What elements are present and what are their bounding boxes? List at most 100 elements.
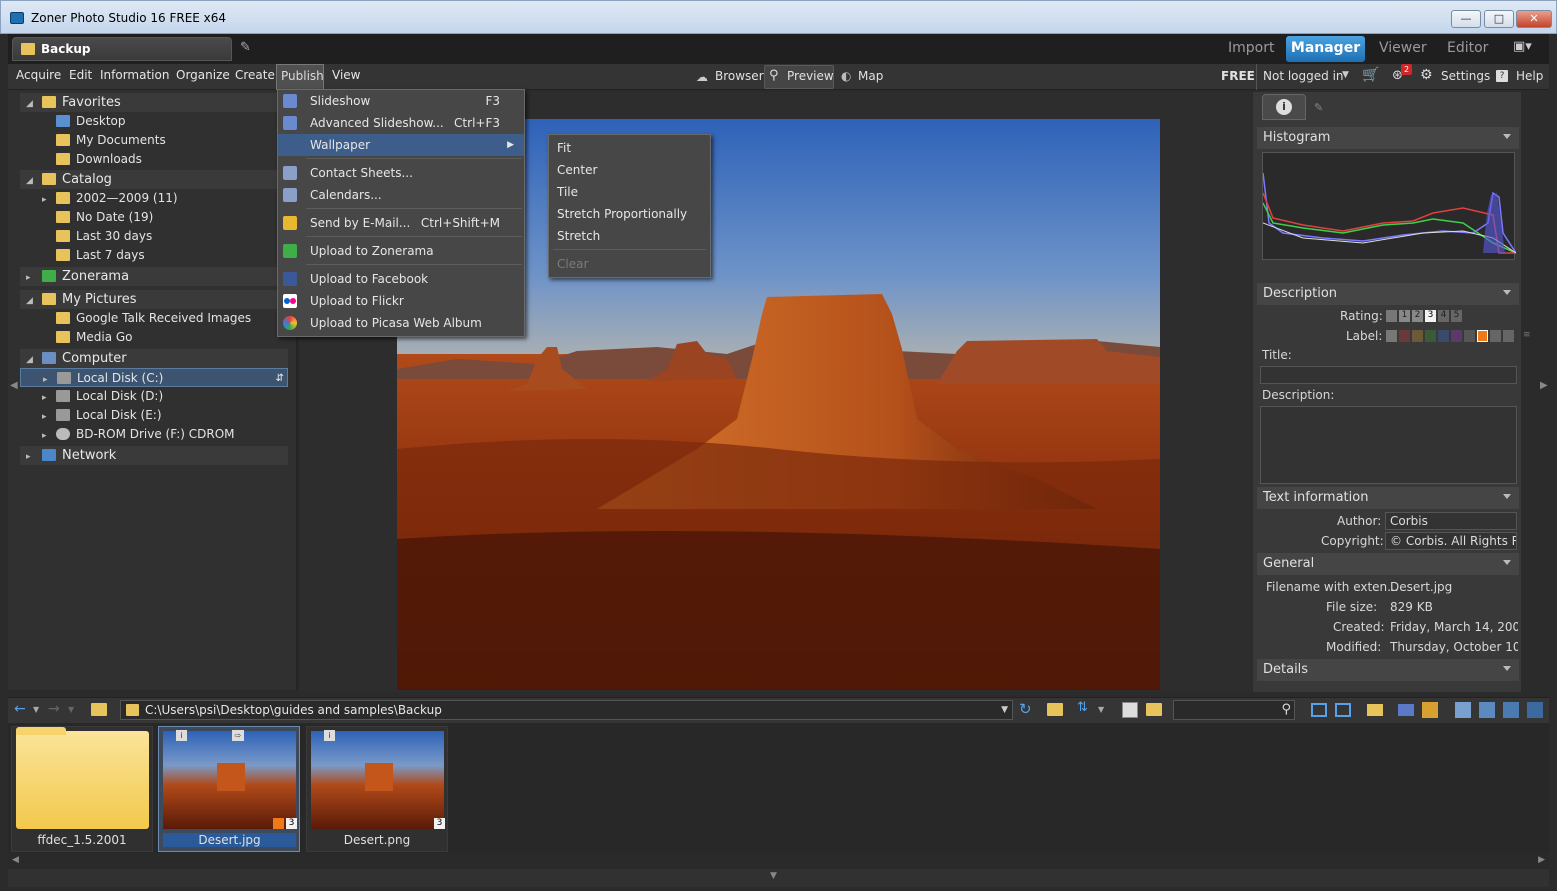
- tree-item-bd-rom[interactable]: ▸ BD-ROM Drive (F:) CDROM: [20, 425, 288, 444]
- thumbnail-desert-png[interactable]: i 3 Desert.png: [306, 726, 448, 852]
- settings-button[interactable]: Settings: [1441, 69, 1490, 83]
- chevron-right-icon[interactable]: ▸: [26, 269, 36, 288]
- rotate-left-icon[interactable]: [1455, 702, 1471, 718]
- menu-item-wallpaper[interactable]: Wallpaper ▶: [278, 134, 524, 156]
- fit-view-icon[interactable]: [1311, 703, 1327, 717]
- tab-exif[interactable]: ✎: [1314, 101, 1323, 114]
- thumbnail-folder[interactable]: ffdec_1.5.2001: [11, 726, 153, 852]
- rating-5[interactable]: 5: [1451, 310, 1462, 322]
- sort-arrows-icon[interactable]: ⇵: [276, 369, 284, 388]
- label-none[interactable]: [1386, 330, 1397, 342]
- label-purple[interactable]: [1451, 330, 1462, 342]
- general-header[interactable]: General: [1257, 553, 1519, 575]
- login-status[interactable]: Not logged in: [1263, 69, 1344, 83]
- new-folder-icon[interactable]: [1047, 703, 1063, 716]
- scroll-right-icon[interactable]: ▶: [1538, 855, 1545, 865]
- menu-item-advanced-slideshow[interactable]: Advanced Slideshow... Ctrl+F3: [278, 112, 524, 134]
- raw-jpg-icon[interactable]: [1122, 702, 1138, 718]
- search-icon[interactable]: ⚲: [1281, 702, 1291, 717]
- folder-up-icon[interactable]: [91, 703, 107, 716]
- rating-1[interactable]: 1: [1399, 310, 1410, 322]
- chevron-down-icon[interactable]: ▼: [33, 705, 39, 714]
- label-blue[interactable]: [1438, 330, 1449, 342]
- tree-item-local-disk-e[interactable]: ▸ Local Disk (E:): [20, 406, 288, 425]
- tree-item-local-disk-d[interactable]: ▸ Local Disk (D:): [20, 387, 288, 406]
- tree-item-desktop[interactable]: Desktop: [20, 112, 288, 131]
- title-input[interactable]: [1260, 366, 1517, 384]
- menu-item-upload-picasa[interactable]: Upload to Picasa Web Album: [278, 312, 524, 334]
- author-field[interactable]: Corbis: [1385, 512, 1517, 530]
- tree-zonerama[interactable]: ▸ Zonerama: [20, 267, 288, 286]
- menu-acquire[interactable]: Acquire: [16, 68, 61, 82]
- menu-item-upload-flickr[interactable]: Upload to Flickr: [278, 290, 524, 312]
- menu-information[interactable]: Information: [100, 68, 169, 82]
- menu-organize[interactable]: Organize: [176, 68, 230, 82]
- forward-icon[interactable]: →: [48, 701, 60, 717]
- details-header[interactable]: Details: [1257, 659, 1519, 681]
- rotate-right-icon[interactable]: [1479, 702, 1495, 718]
- view-preview[interactable]: Preview: [787, 69, 834, 83]
- menu-publish[interactable]: Publish: [276, 64, 324, 90]
- menu-create[interactable]: Create: [235, 68, 275, 82]
- menu-item-send-email[interactable]: Send by E-Mail... Ctrl+Shift+M: [278, 212, 524, 234]
- tree-item-last-7-days[interactable]: Last 7 days: [20, 246, 288, 265]
- rating-4[interactable]: 4: [1438, 310, 1449, 322]
- email-icon[interactable]: [1367, 704, 1383, 716]
- menu-item-calendars[interactable]: Calendars...: [278, 184, 524, 206]
- label-gray[interactable]: [1464, 330, 1475, 342]
- burn-icon[interactable]: [1422, 702, 1438, 718]
- menu-item-stretch-proportionally[interactable]: Stretch Proportionally: [549, 203, 710, 225]
- expand-down-icon[interactable]: ▼: [770, 871, 777, 881]
- tree-item-2002-2009[interactable]: ▸ 2002—2009 (11): [20, 189, 288, 208]
- menu-view[interactable]: View: [332, 68, 360, 82]
- label-red[interactable]: [1399, 330, 1410, 342]
- filter-input[interactable]: ⚲: [1173, 700, 1295, 720]
- rating-clear-icon[interactable]: [1386, 310, 1397, 322]
- tree-network[interactable]: ▸ Network: [20, 446, 288, 465]
- label-extra-2[interactable]: [1503, 330, 1514, 342]
- minimize-button[interactable]: —: [1451, 10, 1481, 28]
- menu-item-contact-sheets[interactable]: Contact Sheets...: [278, 162, 524, 184]
- text-info-header[interactable]: Text information: [1257, 487, 1519, 509]
- menu-item-slideshow[interactable]: Slideshow F3: [278, 90, 524, 112]
- mode-viewer[interactable]: Viewer: [1379, 40, 1427, 56]
- tree-item-media-go[interactable]: Media Go: [20, 328, 288, 347]
- chevron-down-icon[interactable]: ▼: [68, 705, 74, 714]
- sort-icon[interactable]: ⇅: [1077, 700, 1088, 715]
- resize-grip-icon[interactable]: ≡: [1523, 330, 1531, 340]
- left-panel-collapse-icon[interactable]: ◀: [10, 380, 18, 391]
- tree-item-downloads[interactable]: Downloads: [20, 150, 288, 169]
- expand-icon[interactable]: ◢: [26, 351, 36, 370]
- tree-item-last-30-days[interactable]: Last 30 days: [20, 227, 288, 246]
- histogram-header[interactable]: Histogram: [1257, 127, 1519, 149]
- chevron-down-icon[interactable]: ▼: [1342, 70, 1349, 80]
- help-button[interactable]: Help: [1516, 69, 1543, 83]
- label-green[interactable]: [1425, 330, 1436, 342]
- rating-3[interactable]: 3: [1425, 310, 1436, 322]
- chevron-down-icon[interactable]: ▼: [1001, 705, 1008, 715]
- monitor-icon[interactable]: ▣▾: [1513, 39, 1541, 55]
- menu-edit[interactable]: Edit: [69, 68, 92, 82]
- tree-item-google-talk[interactable]: Google Talk Received Images: [20, 309, 288, 328]
- label-extra[interactable]: [1490, 330, 1501, 342]
- edit-tab-icon[interactable]: ✎: [240, 40, 256, 56]
- actual-size-icon[interactable]: [1335, 703, 1351, 717]
- chevron-right-icon[interactable]: ▸: [42, 191, 52, 210]
- chevron-right-icon[interactable]: ▸: [26, 448, 36, 467]
- description-header[interactable]: Description: [1257, 283, 1519, 305]
- tab-info[interactable]: i: [1262, 94, 1306, 120]
- scroll-left-icon[interactable]: ◀: [12, 855, 19, 865]
- label-orange[interactable]: [1477, 330, 1488, 342]
- expand-icon[interactable]: ◢: [26, 172, 36, 191]
- menu-item-tile[interactable]: Tile: [549, 181, 710, 203]
- close-button[interactable]: ✕: [1516, 10, 1552, 28]
- tree-item-no-date[interactable]: No Date (19): [20, 208, 288, 227]
- back-icon[interactable]: ←: [14, 701, 26, 717]
- mode-editor[interactable]: Editor: [1447, 40, 1488, 56]
- tree-catalog[interactable]: ◢ Catalog: [20, 170, 288, 189]
- view-browser[interactable]: Browser: [715, 69, 764, 83]
- tree-item-my-documents[interactable]: My Documents: [20, 131, 288, 150]
- tree-computer[interactable]: ◢ Computer: [20, 349, 288, 368]
- menu-item-upload-zonerama[interactable]: Upload to Zonerama: [278, 240, 524, 262]
- expand-icon[interactable]: ◢: [26, 95, 36, 114]
